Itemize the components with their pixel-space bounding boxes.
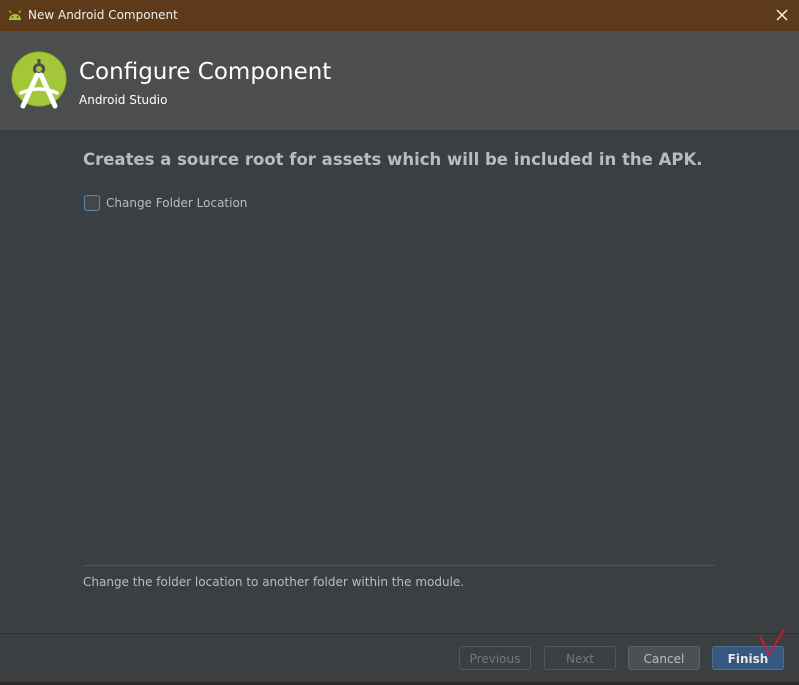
page-subtitle: Android Studio — [79, 93, 168, 107]
wizard-header: Configure Component Android Studio — [0, 31, 799, 130]
window-title-bar: New Android Component — [0, 0, 799, 31]
change-folder-location-label[interactable]: Change Folder Location — [106, 196, 247, 211]
description-headline: Creates a source root for assets which w… — [83, 150, 703, 169]
close-icon[interactable] — [771, 4, 793, 26]
previous-button[interactable]: Previous — [459, 646, 531, 670]
help-description: Change the folder location to another fo… — [83, 575, 465, 589]
change-folder-location-checkbox[interactable] — [84, 195, 100, 211]
finish-button[interactable]: Finish — [712, 646, 784, 670]
window-title: New Android Component — [28, 8, 178, 22]
cancel-button[interactable]: Cancel — [628, 646, 700, 670]
next-button[interactable]: Next — [544, 646, 616, 670]
help-separator — [83, 565, 715, 566]
android-robot-icon — [8, 10, 22, 20]
android-studio-logo — [11, 51, 67, 109]
page-title: Configure Component — [79, 59, 332, 85]
footer-divider — [0, 633, 799, 634]
